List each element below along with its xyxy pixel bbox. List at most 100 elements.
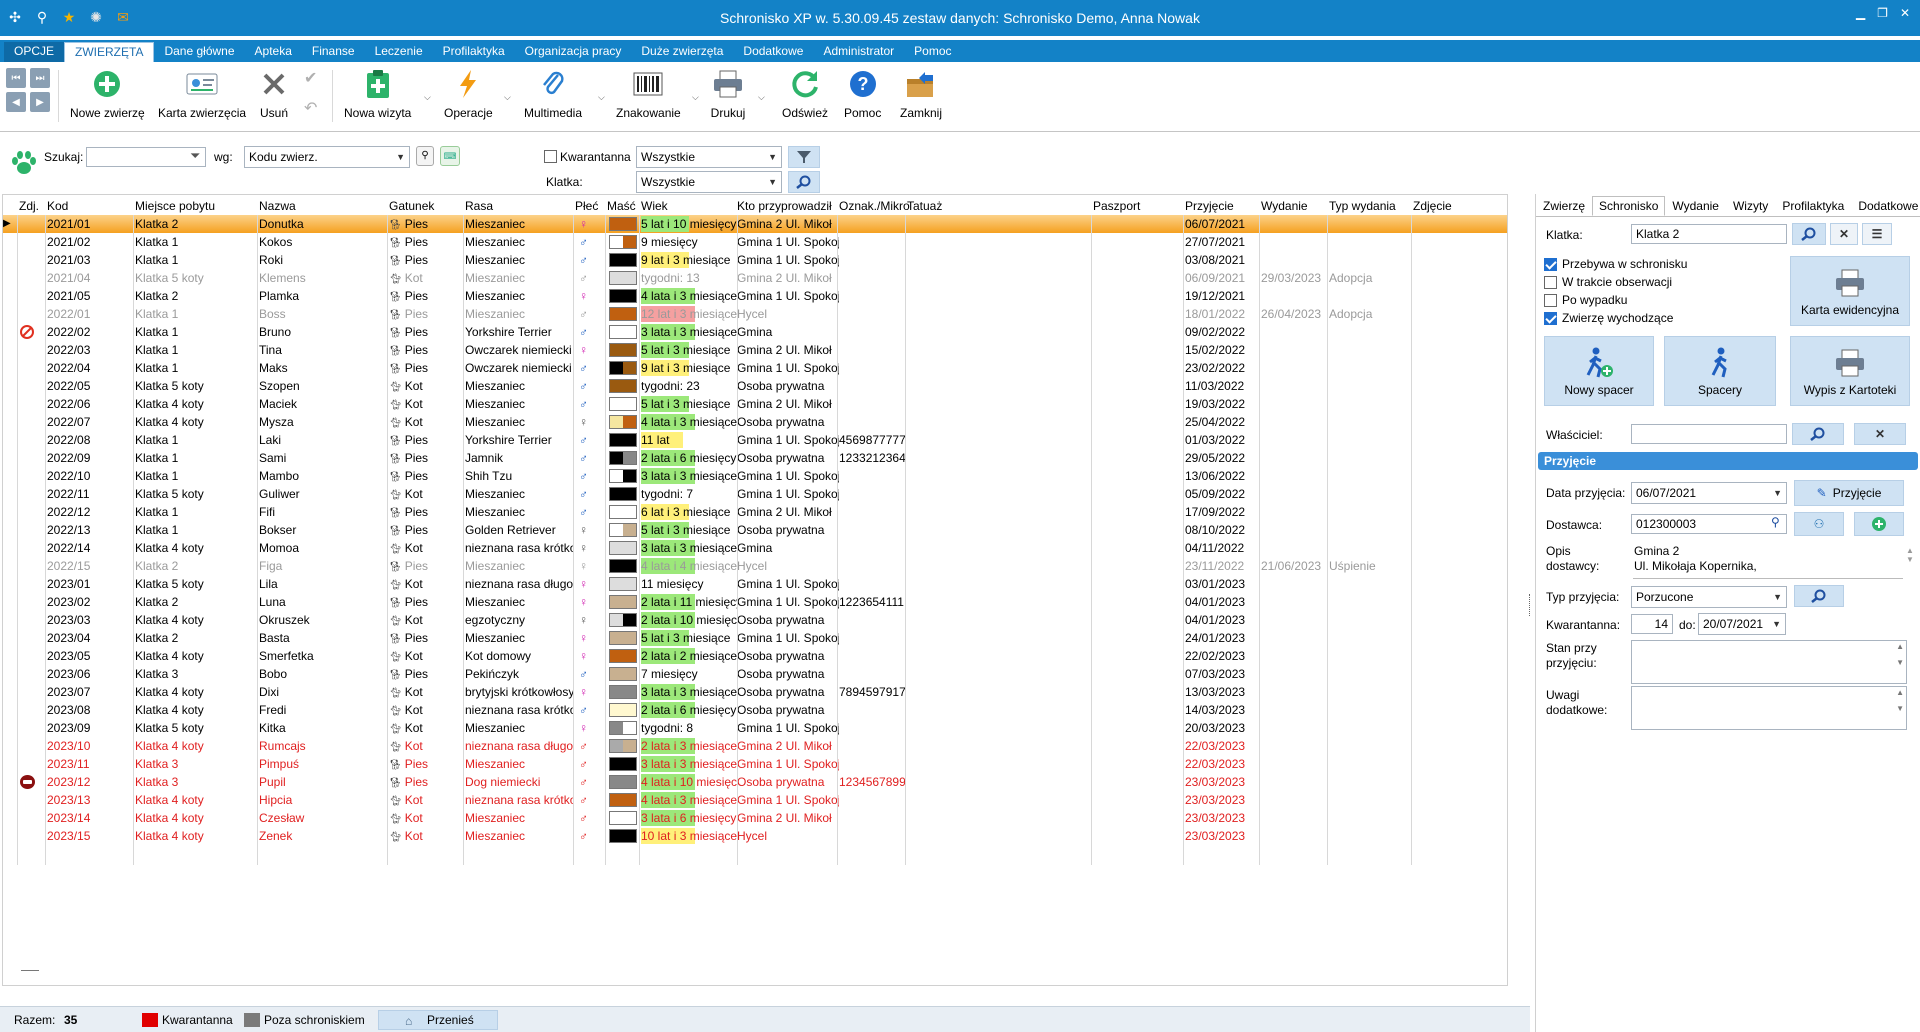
print-button[interactable]: Drukuj [710,66,746,120]
cage-search-button[interactable] [1792,223,1826,245]
outgoing-checkbox[interactable] [1544,312,1557,325]
details-tab-4[interactable]: Wizyty [1726,196,1775,216]
observation-checkbox[interactable] [1544,276,1557,289]
close-icon[interactable]: ✕ [1900,6,1910,20]
table-row[interactable]: 2022/02 Klatka 1 Bruno 🐕︎ Pies Yorkshire Terr… [3,323,1507,341]
column-header-15[interactable]: Wydanie [1261,199,1329,213]
menu-tab-2[interactable]: ZWIERZĘTA [64,42,155,62]
print-dropdown-icon[interactable]: ⌵ [758,92,765,103]
quarantine-days-field[interactable]: 14 [1631,614,1673,634]
admission-button[interactable]: ✎ Przyjęcie [1794,480,1904,506]
filter-icon[interactable]: ⏷ [190,148,200,164]
prev-record-icon[interactable]: ◀ [6,92,26,112]
operations-dropdown-icon[interactable]: ⌵ [504,92,511,103]
accident-checkbox[interactable] [1544,294,1557,307]
column-header-14[interactable]: Przyjęcie [1185,199,1261,213]
menu-tab-10[interactable]: Dodatkowe [733,42,813,62]
column-header-4[interactable]: Nazwa [259,199,387,213]
table-row[interactable]: 2022/10 Klatka 1 Mambo 🐕︎ Pies Shih Tzu ♂ 3 lat… [3,467,1507,485]
table-row[interactable]: 2022/01 Klatka 1 Boss 🐕︎ Pies Mieszaniec ♂ 12 l… [3,305,1507,323]
delete-button[interactable]: Usuń [256,66,292,120]
table-row[interactable]: 2021/02 Klatka 1 Kokos 🐕︎ Pies Mieszaniec ♂ 9 m… [3,233,1507,251]
table-row[interactable]: 2023/11 Klatka 3 Pimpuś 🐕︎ Pies Mieszaniec ♂ 3 … [3,755,1507,773]
owner-clear-button[interactable]: ✕ [1854,423,1906,445]
next-record-icon[interactable]: ▶ [30,92,50,112]
keyboard-icon[interactable]: ⌨ [440,146,460,166]
details-tab-2[interactable]: Schronisko [1592,196,1666,216]
move-button[interactable]: ⌂ Przenieś [378,1010,498,1030]
table-row[interactable]: ▶ 2021/01 Klatka 2 Donutka 🐕︎ Pies Mieszaniec ♀… [3,215,1507,233]
desc-scroll-icon[interactable]: ▲ ▼ [1906,546,1914,564]
quarantine-checkbox[interactable] [544,150,557,163]
details-tab-6[interactable]: Dodatkowe [1851,196,1920,216]
cage-clear-button[interactable]: ✕ [1830,223,1858,245]
table-row[interactable]: 2023/14 Klatka 4 koty Czesław 🐈︎ Kot Mieszani… [3,809,1507,827]
table-row[interactable]: 2022/05 Klatka 5 koty Szopen 🐈︎ Kot Mieszanie… [3,377,1507,395]
records-card-button[interactable]: Karta ewidencyjna [1790,256,1910,326]
menu-tab-5[interactable]: Finanse [302,42,365,62]
labeling-button[interactable]: Znakowanie [616,66,681,120]
undo-icon[interactable]: ↶ [304,98,317,118]
refresh-button[interactable]: Odśwież [782,66,828,120]
column-header-13[interactable]: Paszport [1093,199,1189,213]
supplier-add-button[interactable] [1854,512,1904,536]
details-tab-1[interactable]: Zwierzę [1536,196,1592,216]
column-header-9[interactable]: Wiek [641,199,737,213]
table-row[interactable]: 2023/04 Klatka 2 Basta 🐕︎ Pies Mieszaniec ♀ 5 l… [3,629,1507,647]
table-row[interactable]: 2022/13 Klatka 1 Bokser 🐕︎ Pies Golden Retrie… [3,521,1507,539]
supplier-list-button[interactable]: ⚇ [1794,512,1844,536]
table-row[interactable]: 2022/08 Klatka 1 Laki 🐕︎ Pies Yorkshire Terri… [3,431,1507,449]
minimize-icon[interactable]: ▁ [1856,6,1865,20]
table-row[interactable]: 2023/08 Klatka 4 koty Fredi 🐈︎ Kot nieznana r… [3,701,1507,719]
admission-type-search-button[interactable] [1794,585,1844,607]
card-index-button[interactable]: Wypis z Kartoteki [1790,336,1910,406]
menu-tab-8[interactable]: Organizacja pracy [515,42,632,62]
table-row[interactable]: 2021/03 Klatka 1 Roki 🐕︎ Pies Mieszaniec ♂ 9 la… [3,251,1507,269]
new-visit-button[interactable]: Nowa wizyta [344,66,411,120]
filter-button[interactable] [788,146,820,168]
condition-textarea[interactable]: ▲ ▼ [1631,640,1907,684]
details-tab-3[interactable]: Wydanie [1665,196,1726,216]
table-row[interactable]: 2021/04 Klatka 5 koty Klemens 🐈︎ Kot Mieszani… [3,269,1507,287]
admission-type-select[interactable]: Porzucone ▼ [1631,586,1787,608]
column-header-3[interactable]: Miejsce pobytu [135,199,255,213]
column-header-5[interactable]: Gatunek [389,199,465,213]
restore-icon[interactable]: ❐ [1877,6,1888,20]
table-row[interactable]: 2023/09 Klatka 5 koty Kitka 🐈︎ Kot Mieszaniec… [3,719,1507,737]
menu-tab-6[interactable]: Leczenie [365,42,433,62]
table-row[interactable]: 2023/07 Klatka 4 koty Dixi 🐈︎ Kot brytyjski k… [3,683,1507,701]
menu-tab-7[interactable]: Profilaktyka [433,42,515,62]
menu-tab-4[interactable]: Apteka [245,42,302,62]
help-button[interactable]: ? Pomoc [844,66,881,120]
search-input[interactable] [86,147,206,167]
magnifier-icon[interactable]: ⚲ [1771,515,1780,529]
cage-field[interactable]: Klatka 2 [1631,224,1787,244]
table-row[interactable]: 2023/05 Klatka 4 koty Smerfetka 🐈︎ Kot Kot do… [3,647,1507,665]
table-row[interactable]: 2022/04 Klatka 1 Maks 🐕︎ Pies Owczarek niemie… [3,359,1507,377]
animal-card-button[interactable]: Karta zwierzęcia [158,66,246,120]
table-row[interactable]: 2022/12 Klatka 1 Fifi 🐕︎ Pies Mieszaniec ♂ 6 la… [3,503,1507,521]
panel-splitter[interactable] [1527,194,1533,1032]
search-by-select[interactable]: Kodu zwierz. ▼ [244,146,410,168]
supplier-field[interactable]: 012300003 [1631,514,1787,534]
column-header-1[interactable]: Zdj. [19,199,41,213]
table-row[interactable]: 2023/10 Klatka 4 koty Rumcajs 🐈︎ Kot nieznana… [3,737,1507,755]
menu-tab-12[interactable]: Pomoc [904,42,961,62]
table-row[interactable]: 2022/14 Klatka 4 koty Momoa 🐈︎ Kot nieznana r… [3,539,1507,557]
column-header-7[interactable]: Płeć [575,199,605,213]
quarantine-to-date[interactable]: 20/07/2021 ▼ [1698,613,1786,635]
tag-toggle-icon[interactable]: ⚲ [416,146,434,166]
cage-select[interactable]: Wszystkie ▼ [636,171,782,193]
column-header-16[interactable]: Typ wydania [1329,199,1411,213]
table-row[interactable]: 2022/03 Klatka 1 Tina 🐕︎ Pies Owczarek niemie… [3,341,1507,359]
new-visit-dropdown-icon[interactable]: ⌵ [424,92,431,103]
new-animal-button[interactable]: Nowe zwierzę [70,66,145,120]
column-header-11[interactable]: Oznak./Mikro [839,199,911,213]
table-row[interactable]: 2022/11 Klatka 5 koty Guliwer 🐈︎ Kot Mieszani… [3,485,1507,503]
cage-menu-button[interactable]: ☰ [1862,223,1892,245]
column-header-12[interactable]: Tatuaż [907,199,1091,213]
menu-tab-3[interactable]: Dane główne [154,42,244,62]
table-row[interactable]: 2023/06 Klatka 3 Bobo 🐕︎ Pies Pekińczyk ♂ 7 mie… [3,665,1507,683]
labeling-dropdown-icon[interactable]: ⌵ [692,92,699,103]
approve-icon[interactable]: ✔ [304,68,317,88]
